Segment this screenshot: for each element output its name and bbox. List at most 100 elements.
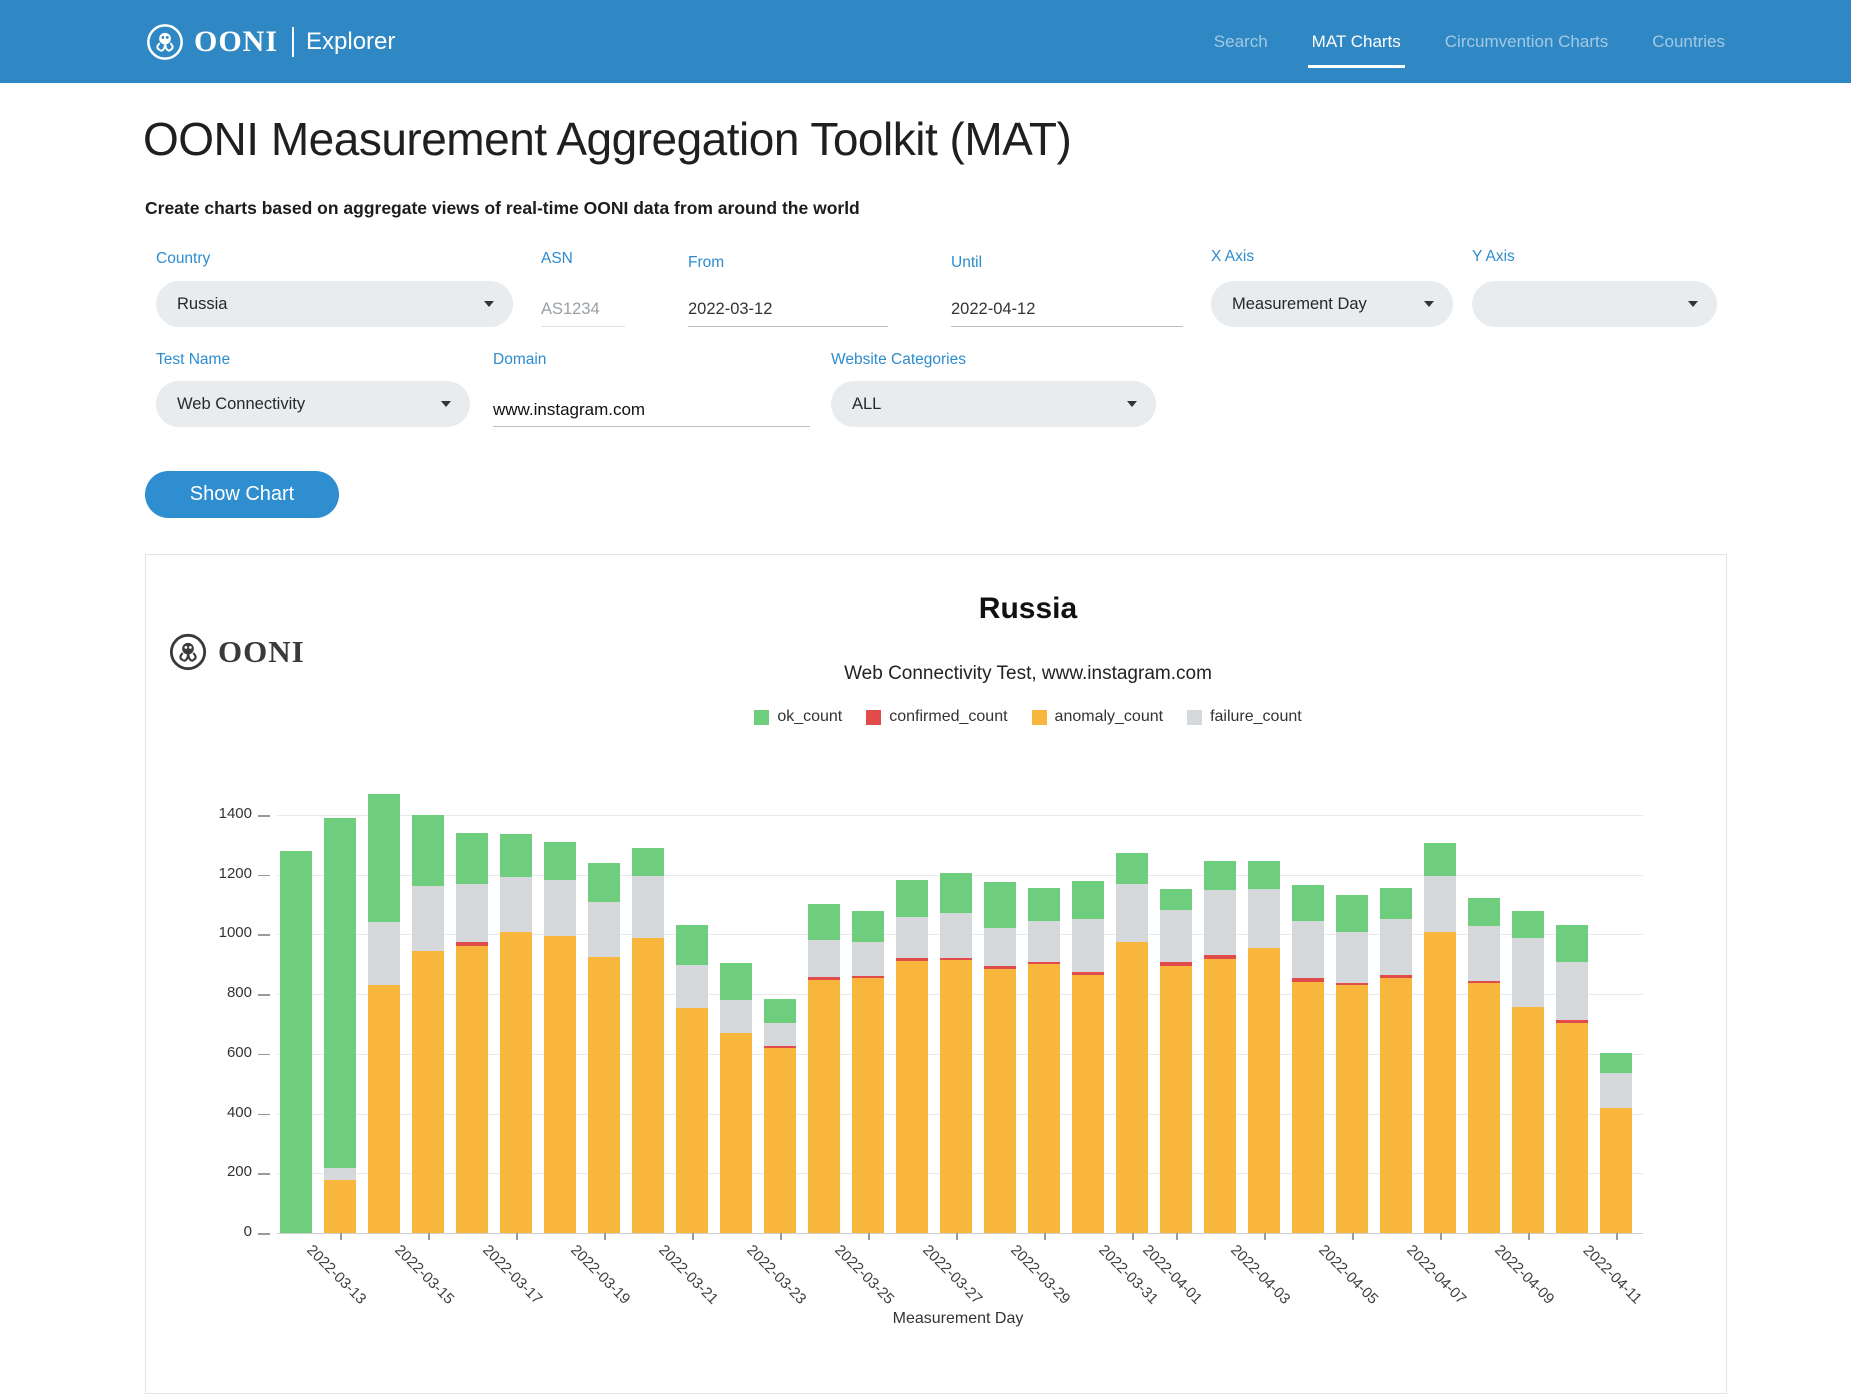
page-subtitle: Create charts based on aggregate views o… <box>145 198 860 219</box>
legend-item-anomaly_count[interactable]: anomaly_count <box>1032 708 1164 726</box>
bar-2022-03-20[interactable] <box>632 848 664 1233</box>
bar-segment-ok_count <box>588 863 620 901</box>
bar-2022-03-29[interactable] <box>1028 888 1060 1233</box>
nav-item-search[interactable]: Search <box>1212 24 1270 60</box>
y-tick-600 <box>258 1054 270 1056</box>
bar-segment-ok_count <box>1160 889 1192 910</box>
legend-item-ok_count[interactable]: ok_count <box>754 708 842 726</box>
bar-segment-ok_count <box>1468 898 1500 926</box>
legend-item-confirmed_count[interactable]: confirmed_count <box>866 708 1007 726</box>
bar-2022-03-27[interactable] <box>940 873 972 1233</box>
bar-segment-ok_count <box>1204 861 1236 890</box>
bar-segment-anomaly_count <box>456 946 488 1233</box>
bar-segment-ok_count <box>500 834 532 877</box>
bar-2022-04-05[interactable] <box>1336 895 1368 1233</box>
show-chart-button[interactable]: Show Chart <box>145 471 339 518</box>
nav-item-circumvention-charts[interactable]: Circumvention Charts <box>1443 24 1610 60</box>
bar-2022-03-25[interactable] <box>852 911 884 1233</box>
bar-2022-03-19[interactable] <box>588 863 620 1233</box>
y-tick-label: 1200 <box>170 865 252 882</box>
x-axis-select[interactable]: Measurement Day <box>1211 281 1453 327</box>
bar-segment-ok_count <box>940 873 972 913</box>
bar-2022-03-21[interactable] <box>676 925 708 1233</box>
asn-input[interactable] <box>541 293 625 327</box>
y-tick-label: 800 <box>170 984 252 1001</box>
y-tick-1200 <box>258 875 270 877</box>
bar-2022-04-06[interactable] <box>1380 888 1412 1233</box>
bar-segment-failure_count <box>456 884 488 941</box>
until-date-input[interactable] <box>951 293 1183 327</box>
bar-2022-03-31[interactable] <box>1116 853 1148 1233</box>
y-tick-label: 200 <box>170 1163 252 1180</box>
bar-2022-03-30[interactable] <box>1072 881 1104 1233</box>
bar-segment-anomaly_count <box>1424 932 1456 1233</box>
brand-divider <box>292 27 294 57</box>
bar-2022-03-15[interactable] <box>412 815 444 1233</box>
bar-2022-03-24[interactable] <box>808 904 840 1233</box>
x-tick <box>868 1233 870 1240</box>
bar-2022-04-08[interactable] <box>1468 898 1500 1233</box>
bar-segment-anomaly_count <box>1116 942 1148 1233</box>
bar-2022-04-10[interactable] <box>1556 925 1588 1233</box>
nav-item-countries[interactable]: Countries <box>1650 24 1727 60</box>
bar-segment-ok_count <box>720 963 752 1000</box>
bar-2022-03-23[interactable] <box>764 999 796 1233</box>
bar-2022-03-14[interactable] <box>368 794 400 1233</box>
y-tick-label: 1000 <box>170 924 252 941</box>
bar-2022-04-07[interactable] <box>1424 843 1456 1233</box>
bar-segment-ok_count <box>1336 895 1368 932</box>
bar-segment-failure_count <box>808 940 840 977</box>
from-date-input[interactable] <box>688 293 888 327</box>
legend-swatch-confirmed_count <box>866 710 881 725</box>
bar-2022-03-12[interactable] <box>280 851 312 1233</box>
legend-label: anomaly_count <box>1055 708 1164 726</box>
y-axis-select[interactable] <box>1472 281 1717 327</box>
bar-segment-failure_count <box>1600 1073 1632 1109</box>
x-axis-label: X Axis <box>1211 248 1254 266</box>
legend-swatch-anomaly_count <box>1032 710 1047 725</box>
bar-segment-failure_count <box>632 876 664 938</box>
x-tick <box>1352 1233 1354 1240</box>
legend-label: ok_count <box>777 708 842 726</box>
y-tick-1400 <box>258 815 270 817</box>
domain-input[interactable] <box>493 393 810 427</box>
bar-segment-failure_count <box>1204 890 1236 955</box>
bar-2022-03-28[interactable] <box>984 882 1016 1233</box>
bar-2022-03-18[interactable] <box>544 842 576 1233</box>
legend-label: failure_count <box>1210 708 1302 726</box>
bar-segment-ok_count <box>808 904 840 940</box>
chevron-down-icon <box>1688 301 1698 307</box>
bar-2022-04-02[interactable] <box>1204 861 1236 1233</box>
bar-2022-03-22[interactable] <box>720 963 752 1233</box>
bar-segment-anomaly_count <box>1380 978 1412 1233</box>
bar-segment-anomaly_count <box>940 960 972 1233</box>
bar-2022-04-03[interactable] <box>1248 861 1280 1233</box>
bar-segment-ok_count <box>1248 861 1280 889</box>
country-select[interactable]: Russia <box>156 281 513 327</box>
bar-2022-03-17[interactable] <box>500 834 532 1233</box>
bar-2022-04-09[interactable] <box>1512 911 1544 1233</box>
bar-segment-anomaly_count <box>1336 985 1368 1233</box>
x-tick <box>604 1233 606 1240</box>
chevron-down-icon <box>1424 301 1434 307</box>
y-tick-label: 400 <box>170 1104 252 1121</box>
bar-2022-04-04[interactable] <box>1292 885 1324 1233</box>
ooni-explorer-logo[interactable]: OONI Explorer <box>145 20 395 64</box>
legend-swatch-failure_count <box>1187 710 1202 725</box>
bar-2022-03-16[interactable] <box>456 833 488 1233</box>
bar-segment-ok_count <box>544 842 576 880</box>
bar-segment-anomaly_count <box>412 951 444 1233</box>
x-tick <box>780 1233 782 1240</box>
test-name-select[interactable]: Web Connectivity <box>156 381 470 427</box>
bar-2022-03-13[interactable] <box>324 818 356 1233</box>
bar-segment-anomaly_count <box>1512 1007 1544 1233</box>
bar-2022-03-26[interactable] <box>896 880 928 1233</box>
bar-segment-ok_count <box>1424 843 1456 876</box>
bar-segment-anomaly_count <box>1028 964 1060 1233</box>
nav-item-mat-charts[interactable]: MAT Charts <box>1310 24 1403 60</box>
website-categories-select[interactable]: ALL <box>831 381 1156 427</box>
bar-2022-04-01[interactable] <box>1160 889 1192 1233</box>
x-axis-select-value: Measurement Day <box>1232 295 1367 314</box>
bar-2022-04-11[interactable] <box>1600 1053 1632 1233</box>
legend-item-failure_count[interactable]: failure_count <box>1187 708 1302 726</box>
